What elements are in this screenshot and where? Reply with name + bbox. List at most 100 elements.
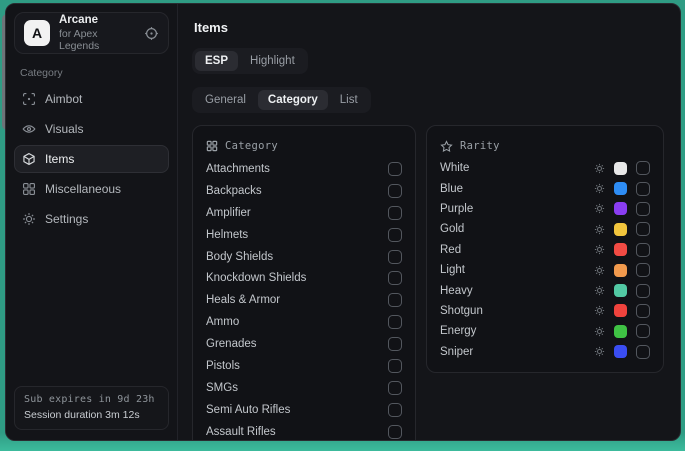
category-item-label: Ammo <box>206 316 239 328</box>
category-row: Helmets <box>206 224 402 246</box>
rarity-item-checkbox[interactable] <box>636 324 650 338</box>
category-item-checkbox[interactable] <box>388 184 402 198</box>
rarity-row-controls <box>594 263 650 277</box>
tab-list[interactable]: List <box>330 90 368 110</box>
sidebar-item-items[interactable]: Items <box>14 145 169 173</box>
category-item-checkbox[interactable] <box>388 206 402 220</box>
category-item-label: Semi Auto Rifles <box>206 404 290 416</box>
rarity-panel-title: Rarity <box>460 140 500 152</box>
category-item-checkbox[interactable] <box>388 293 402 307</box>
category-row: Body Shields <box>206 246 402 268</box>
sidebar-item-label: Miscellaneous <box>45 182 121 196</box>
rarity-settings-gear-icon[interactable] <box>594 203 605 214</box>
sidebar-nav: Aimbot Visuals Items <box>14 85 169 233</box>
sidebar-item-settings[interactable]: Settings <box>14 205 169 233</box>
category-item-checkbox[interactable] <box>388 381 402 395</box>
rarity-item-label: Shotgun <box>440 305 483 317</box>
rarity-color-swatch[interactable] <box>614 345 627 358</box>
category-item-checkbox[interactable] <box>388 337 402 351</box>
rarity-settings-gear-icon[interactable] <box>594 305 605 316</box>
rarity-settings-gear-icon[interactable] <box>594 224 605 235</box>
rarity-item-checkbox[interactable] <box>636 284 650 298</box>
rarity-color-swatch[interactable] <box>614 243 627 256</box>
category-item-label: SMGs <box>206 382 238 394</box>
app-name: Arcane <box>59 14 135 27</box>
rarity-row-controls <box>594 222 650 236</box>
rarity-color-swatch[interactable] <box>614 162 627 175</box>
rarity-item-checkbox[interactable] <box>636 222 650 236</box>
rarity-row-controls <box>594 304 650 318</box>
category-list: Attachments Backpacks Amplifier Helmets … <box>206 158 402 440</box>
rarity-settings-gear-icon[interactable] <box>594 244 605 255</box>
rarity-color-swatch[interactable] <box>614 304 627 317</box>
mode-esp-button[interactable]: ESP <box>195 51 238 71</box>
category-item-label: Assault Rifles <box>206 426 276 438</box>
sidebar-item-aimbot[interactable]: Aimbot <box>14 85 169 113</box>
rarity-settings-gear-icon[interactable] <box>594 285 605 296</box>
rarity-color-swatch[interactable] <box>614 182 627 195</box>
rarity-row: Purple <box>440 199 650 219</box>
tab-general[interactable]: General <box>195 90 256 110</box>
arcane-window: A Arcane for Apex Legends Category <box>5 3 681 441</box>
rarity-row-controls <box>594 202 650 216</box>
rarity-row: Heavy <box>440 280 650 300</box>
category-item-checkbox[interactable] <box>388 425 402 439</box>
rarity-color-swatch[interactable] <box>614 284 627 297</box>
category-panel-title: Category <box>225 140 278 152</box>
category-row: Backpacks <box>206 180 402 202</box>
category-row: Semi Auto Rifles <box>206 399 402 421</box>
category-panel-header: Category <box>206 136 402 156</box>
category-item-checkbox[interactable] <box>388 228 402 242</box>
rarity-item-label: Red <box>440 244 461 256</box>
rarity-row: Light <box>440 260 650 280</box>
rarity-settings-gear-icon[interactable] <box>594 265 605 276</box>
tab-category[interactable]: Category <box>258 90 328 110</box>
category-item-label: Amplifier <box>206 207 251 219</box>
rarity-row-controls <box>594 345 650 359</box>
rarity-color-swatch[interactable] <box>614 202 627 215</box>
app-header-card: A Arcane for Apex Legends <box>14 12 169 54</box>
rarity-item-checkbox[interactable] <box>636 243 650 257</box>
rarity-row: Red <box>440 240 650 260</box>
rarity-row: Sniper <box>440 342 650 362</box>
category-item-checkbox[interactable] <box>388 162 402 176</box>
rarity-settings-gear-icon[interactable] <box>594 326 605 337</box>
grid-icon <box>22 182 36 196</box>
eye-icon <box>22 122 36 136</box>
rarity-row-controls <box>594 182 650 196</box>
category-item-checkbox[interactable] <box>388 359 402 373</box>
rarity-item-label: Gold <box>440 223 464 235</box>
rarity-item-checkbox[interactable] <box>636 345 650 359</box>
category-item-checkbox[interactable] <box>388 403 402 417</box>
rarity-item-label: Purple <box>440 203 473 215</box>
rarity-color-swatch[interactable] <box>614 325 627 338</box>
mode-highlight-button[interactable]: Highlight <box>240 51 305 71</box>
category-item-checkbox[interactable] <box>388 250 402 264</box>
rarity-item-checkbox[interactable] <box>636 304 650 318</box>
session-duration-text: Session duration 3m 12s <box>24 408 159 423</box>
rarity-item-label: Sniper <box>440 346 473 358</box>
rarity-settings-gear-icon[interactable] <box>594 163 605 174</box>
category-item-label: Knockdown Shields <box>206 272 306 284</box>
sidebar-item-label: Settings <box>45 212 88 226</box>
rarity-item-checkbox[interactable] <box>636 202 650 216</box>
category-item-checkbox[interactable] <box>388 271 402 285</box>
page-title: Items <box>194 20 664 35</box>
target-icon[interactable] <box>144 26 159 41</box>
rarity-settings-gear-icon[interactable] <box>594 183 605 194</box>
sidebar-item-visuals[interactable]: Visuals <box>14 115 169 143</box>
rarity-list: White Blue Purple <box>440 158 650 362</box>
category-item-checkbox[interactable] <box>388 315 402 329</box>
gear-icon <box>22 212 36 226</box>
rarity-settings-gear-icon[interactable] <box>594 346 605 357</box>
rarity-color-swatch[interactable] <box>614 264 627 277</box>
sidebar-item-miscellaneous[interactable]: Miscellaneous <box>14 175 169 203</box>
rarity-item-checkbox[interactable] <box>636 161 650 175</box>
rarity-item-checkbox[interactable] <box>636 182 650 196</box>
rarity-item-checkbox[interactable] <box>636 263 650 277</box>
sidebar-section-label: Category <box>20 67 163 79</box>
category-row: SMGs <box>206 377 402 399</box>
rarity-row: Energy <box>440 321 650 341</box>
rarity-color-swatch[interactable] <box>614 223 627 236</box>
sidebar: A Arcane for Apex Legends Category <box>6 4 178 440</box>
